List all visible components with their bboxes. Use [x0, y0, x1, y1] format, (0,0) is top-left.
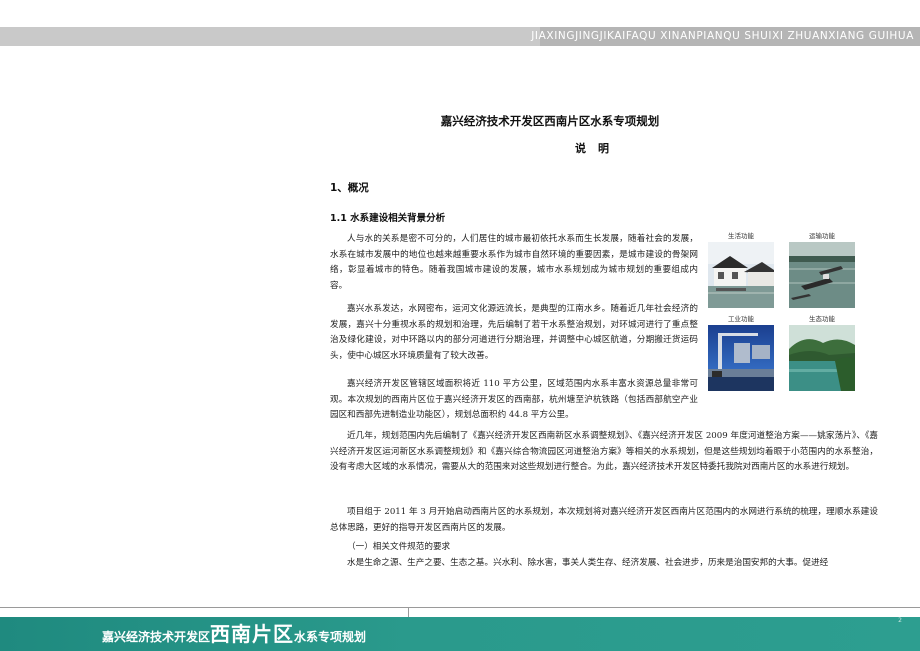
footer-title-part1: 嘉兴经济技术开发区: [102, 630, 211, 644]
footer-title-part3: 水系专项规划: [294, 630, 367, 644]
paragraph: 嘉兴水系发达，水网密布，运河文化源远流长，是典型的江南水乡。随着近几年社会经济的…: [330, 304, 698, 361]
document-title: 嘉兴经济技术开发区西南片区水系专项规划: [440, 114, 660, 128]
footer-divider: [0, 607, 920, 608]
photo-label-living: 生活功能: [728, 232, 754, 240]
photo-label-industry: 工业功能: [728, 315, 754, 323]
paragraph: 水是生命之源、生产之要、生态之基。兴水利、除水害，事关人类生存、经济发展、社会进…: [347, 558, 829, 568]
page-number: 2: [898, 617, 902, 624]
paragraph: 嘉兴经济开发区管辖区域面积将近 110 平方公里，区域范围内水系丰富水资源总量非…: [330, 379, 698, 421]
section-heading-1: 1、概况: [330, 182, 369, 194]
footer-title-part2: 西南片区: [210, 622, 295, 646]
cargo-boat-photo: [789, 242, 855, 308]
photo-label-ecology: 生态功能: [809, 315, 835, 323]
document-subtitle: 说明: [575, 142, 621, 155]
header-banner-text: JIAXINGJINGJIKAIFAQU XINANPIANQU SHUIXI …: [531, 30, 914, 42]
industrial-crane-photo: [708, 325, 774, 391]
lake-landscape-photo: [789, 325, 855, 391]
photo-label-transport: 运输功能: [809, 232, 835, 240]
paragraph: 近几年，规划范围内先后编制了《嘉兴经济开发区西南新区水系调整规划》、《嘉兴经济开…: [330, 431, 878, 473]
paragraph: 项目组于 2011 年 3 月开始启动西南片区的水系规划，本次规划将对嘉兴经济开…: [330, 507, 878, 533]
footer-title: 嘉兴经济技术开发区西南片区水系专项规划: [102, 621, 366, 647]
canal-town-photo: [708, 242, 774, 308]
section-heading-1-1: 1.1 水系建设相关背景分析: [330, 213, 446, 224]
subsection-heading: （一）相关文件规范的要求: [347, 542, 451, 552]
paragraph: 人与水的关系是密不可分的，人们居住的城市最初依托水系而生长发展，随着社会的发展，…: [330, 234, 698, 291]
footer-divider-tick: [408, 607, 409, 617]
